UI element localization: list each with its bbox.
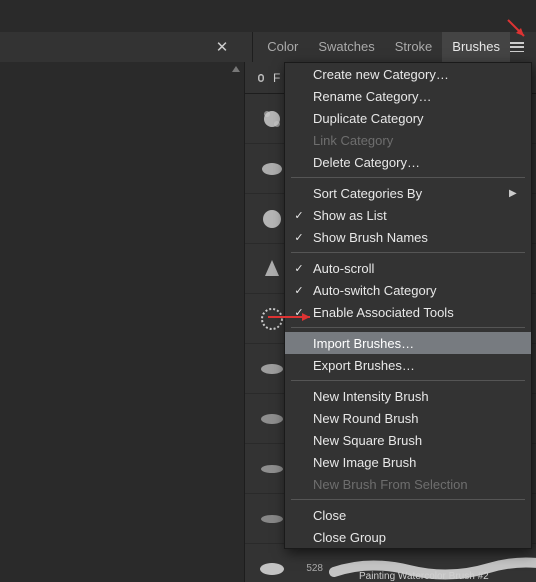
- left-empty-panel: [0, 62, 245, 582]
- menu-label: New Image Brush: [313, 455, 509, 470]
- menu-new-square-brush[interactable]: New Square Brush: [285, 429, 531, 451]
- menu-label: Auto-switch Category: [313, 283, 509, 298]
- check-icon: ✓: [285, 209, 313, 222]
- menu-new-intensity-brush[interactable]: New Intensity Brush: [285, 385, 531, 407]
- menu-label: Show as List: [313, 208, 509, 223]
- menu-export-brushes[interactable]: Export Brushes…: [285, 354, 531, 376]
- toolbar-label: F: [273, 71, 280, 85]
- menu-label: Delete Category…: [313, 155, 509, 170]
- menu-label: New Intensity Brush: [313, 389, 509, 404]
- menu-label: Auto-scroll: [313, 261, 509, 276]
- menu-label: Create new Category…: [313, 67, 509, 82]
- brush-size: 528: [299, 563, 323, 574]
- menu-label: Show Brush Names: [313, 230, 509, 245]
- menu-close-group[interactable]: Close Group: [285, 526, 531, 548]
- tab-brushes[interactable]: Brushes: [442, 32, 510, 62]
- brush-name: Painting Watercolor Brush #2: [359, 571, 489, 582]
- check-icon: ✓: [285, 231, 313, 244]
- menu-label: Sort Categories By: [313, 186, 509, 201]
- panel-context-menu: Create new Category… Rename Category… Du…: [284, 62, 532, 549]
- brush-row[interactable]: 528 Painting Watercolor Brush #2: [245, 544, 536, 582]
- menu-show-as-list[interactable]: ✓Show as List: [285, 204, 531, 226]
- menu-show-brush-names[interactable]: ✓Show Brush Names: [285, 226, 531, 248]
- menu-label: Duplicate Category: [313, 111, 509, 126]
- menu-rename-category[interactable]: Rename Category…: [285, 85, 531, 107]
- annotation-arrow-import: [266, 310, 320, 327]
- menu-new-image-brush[interactable]: New Image Brush: [285, 451, 531, 473]
- check-icon: ✓: [285, 284, 313, 297]
- submenu-arrow-icon: ▶: [509, 188, 519, 199]
- tab-label: Stroke: [395, 39, 433, 54]
- close-icon[interactable]: ✕: [216, 38, 229, 56]
- menu-separator: [291, 499, 525, 500]
- menu-label: Link Category: [313, 133, 509, 148]
- tab-color[interactable]: Color: [257, 32, 308, 62]
- menu-duplicate-category[interactable]: Duplicate Category: [285, 107, 531, 129]
- menu-sort-categories[interactable]: Sort Categories By▶: [285, 182, 531, 204]
- stroke-preview: Painting Watercolor Brush #2: [329, 554, 536, 582]
- tab-label: Brushes: [452, 39, 500, 54]
- brush-thumb: [251, 548, 293, 582]
- menu-separator: [291, 327, 525, 328]
- menu-label: Rename Category…: [313, 89, 509, 104]
- menu-label: New Brush From Selection: [313, 477, 509, 492]
- menu-label: New Square Brush: [313, 433, 509, 448]
- menu-delete-category[interactable]: Delete Category…: [285, 151, 531, 173]
- menu-separator: [291, 380, 525, 381]
- scroll-up-icon[interactable]: [232, 66, 240, 72]
- menu-import-brushes[interactable]: Import Brushes…: [285, 332, 531, 354]
- menu-auto-switch-category[interactable]: ✓Auto-switch Category: [285, 279, 531, 301]
- check-icon: ✓: [285, 262, 313, 275]
- menu-label: Import Brushes…: [313, 336, 509, 351]
- menu-link-category: Link Category: [285, 129, 531, 151]
- menu-label: Close: [313, 508, 509, 523]
- tab-stroke[interactable]: Stroke: [385, 32, 443, 62]
- tab-label: Swatches: [318, 39, 374, 54]
- menu-auto-scroll[interactable]: ✓Auto-scroll: [285, 257, 531, 279]
- annotation-arrow-hamburger: [504, 16, 532, 47]
- menu-label: Enable Associated Tools: [313, 305, 509, 320]
- menu-label: New Round Brush: [313, 411, 509, 426]
- menu-enable-associated-tools[interactable]: ✓Enable Associated Tools: [285, 301, 531, 323]
- menu-close[interactable]: Close: [285, 504, 531, 526]
- menu-label: Close Group: [313, 530, 509, 545]
- menu-label: Export Brushes…: [313, 358, 509, 373]
- menu-new-round-brush[interactable]: New Round Brush: [285, 407, 531, 429]
- menu-separator: [291, 252, 525, 253]
- tab-label: Color: [267, 39, 298, 54]
- panel-divider: [252, 32, 253, 62]
- menu-separator: [291, 177, 525, 178]
- menu-create-category[interactable]: Create new Category…: [285, 63, 531, 85]
- tab-swatches[interactable]: Swatches: [308, 32, 384, 62]
- menu-new-brush-from-selection: New Brush From Selection: [285, 473, 531, 495]
- link-icon[interactable]: [253, 70, 269, 86]
